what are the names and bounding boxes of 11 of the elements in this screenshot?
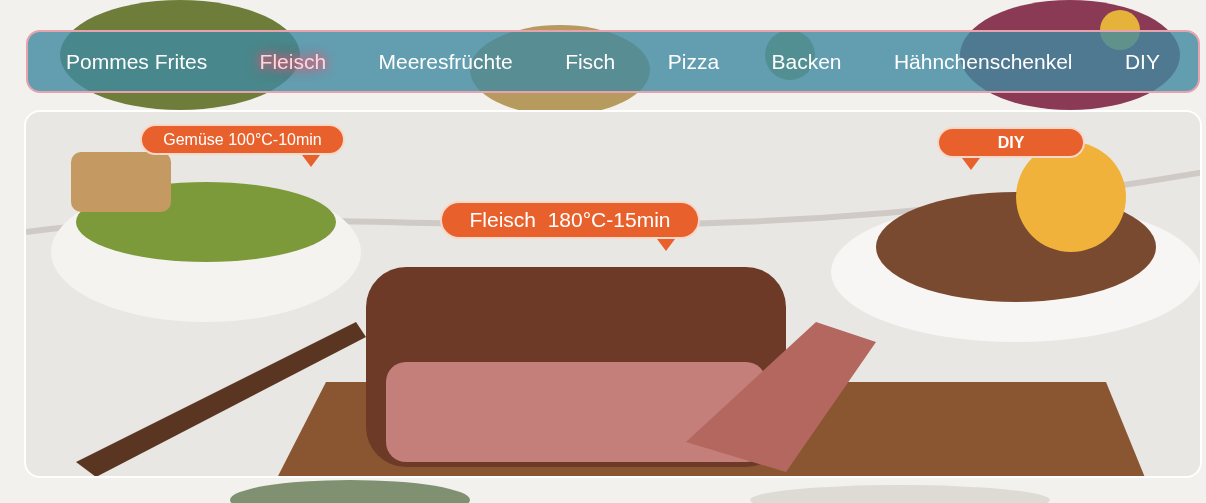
category-tab[interactable]: Hähnchenschenkel <box>893 45 1073 78</box>
category-tab[interactable]: DIY <box>1124 45 1160 78</box>
category-tab[interactable]: Pommes Frites <box>66 45 208 78</box>
category-tab[interactable]: Pizza <box>667 45 720 78</box>
category-tab[interactable]: Fisch <box>565 45 616 78</box>
category-tab[interactable]: Meeresfrüchte <box>378 45 513 78</box>
temperature-callout: Gemüse 100°C-10min <box>140 124 345 167</box>
temperature-callout: Fleisch 180°C-15min <box>440 201 700 251</box>
temperature-callout: DIY <box>937 127 1085 170</box>
category-tab[interactable]: Backen <box>771 45 842 78</box>
category-tab[interactable]: Fleisch <box>259 45 327 78</box>
